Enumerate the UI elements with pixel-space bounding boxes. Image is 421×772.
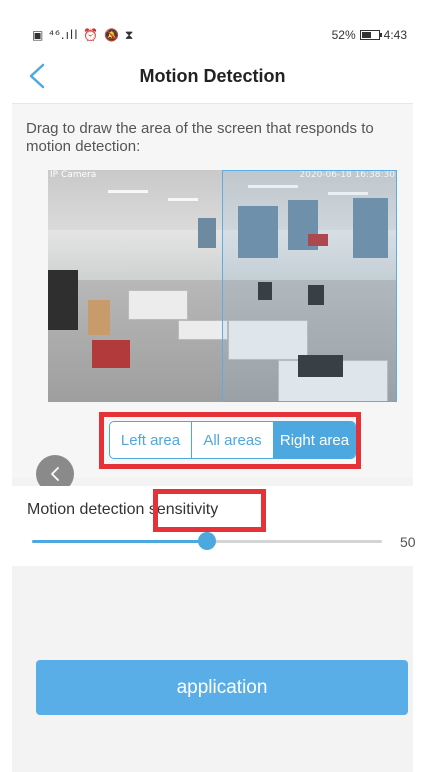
- status-icons: ▣ ⁴⁶.ıll ⏰ 🔕 ⧗: [32, 28, 135, 42]
- slider-fill: [32, 540, 207, 543]
- camera-preview[interactable]: IP Camera 2020-06-18 16:38:30: [48, 170, 397, 402]
- battery-percent: 52%: [331, 28, 356, 42]
- slider-thumb[interactable]: [198, 532, 216, 550]
- sensitivity-highlight: [153, 489, 266, 532]
- page-title: Motion Detection: [139, 66, 286, 86]
- tab-all-areas[interactable]: All areas: [192, 422, 274, 458]
- instruction-text: Drag to draw the area of the screen that…: [26, 120, 374, 155]
- application-button[interactable]: application: [36, 660, 408, 715]
- content-area: Drag to draw the area of the screen that…: [12, 104, 413, 478]
- camera-desk: [128, 290, 188, 320]
- camera-red-box: [92, 340, 130, 368]
- camera-desk: [178, 320, 228, 340]
- chevron-left-icon: [51, 467, 59, 481]
- left-frame-edge: [0, 0, 12, 772]
- nav-bar: Motion Detection: [12, 48, 413, 104]
- ceiling-light: [108, 190, 148, 193]
- clock: 4:43: [383, 28, 407, 42]
- battery-icon: [359, 30, 382, 40]
- camera-shadow: [48, 270, 78, 330]
- camera-label: IP Camera: [50, 170, 97, 180]
- camera-boxes: [88, 300, 110, 335]
- sensitivity-slider[interactable]: [32, 532, 382, 550]
- tab-left-area[interactable]: Left area: [110, 422, 192, 458]
- detection-region-right[interactable]: [222, 170, 397, 402]
- camera-window: [198, 218, 216, 248]
- status-bar: ▣ ⁴⁶.ıll ⏰ 🔕 ⧗ 52% 4:43: [12, 0, 413, 48]
- ceiling-light: [168, 198, 198, 201]
- sensitivity-value: 50: [400, 534, 416, 550]
- tab-right-area[interactable]: Right area: [274, 422, 355, 458]
- area-tabs: Left area All areas Right area: [109, 421, 356, 459]
- right-frame-edge: [413, 0, 421, 772]
- status-right: 52% 4:43: [332, 28, 407, 42]
